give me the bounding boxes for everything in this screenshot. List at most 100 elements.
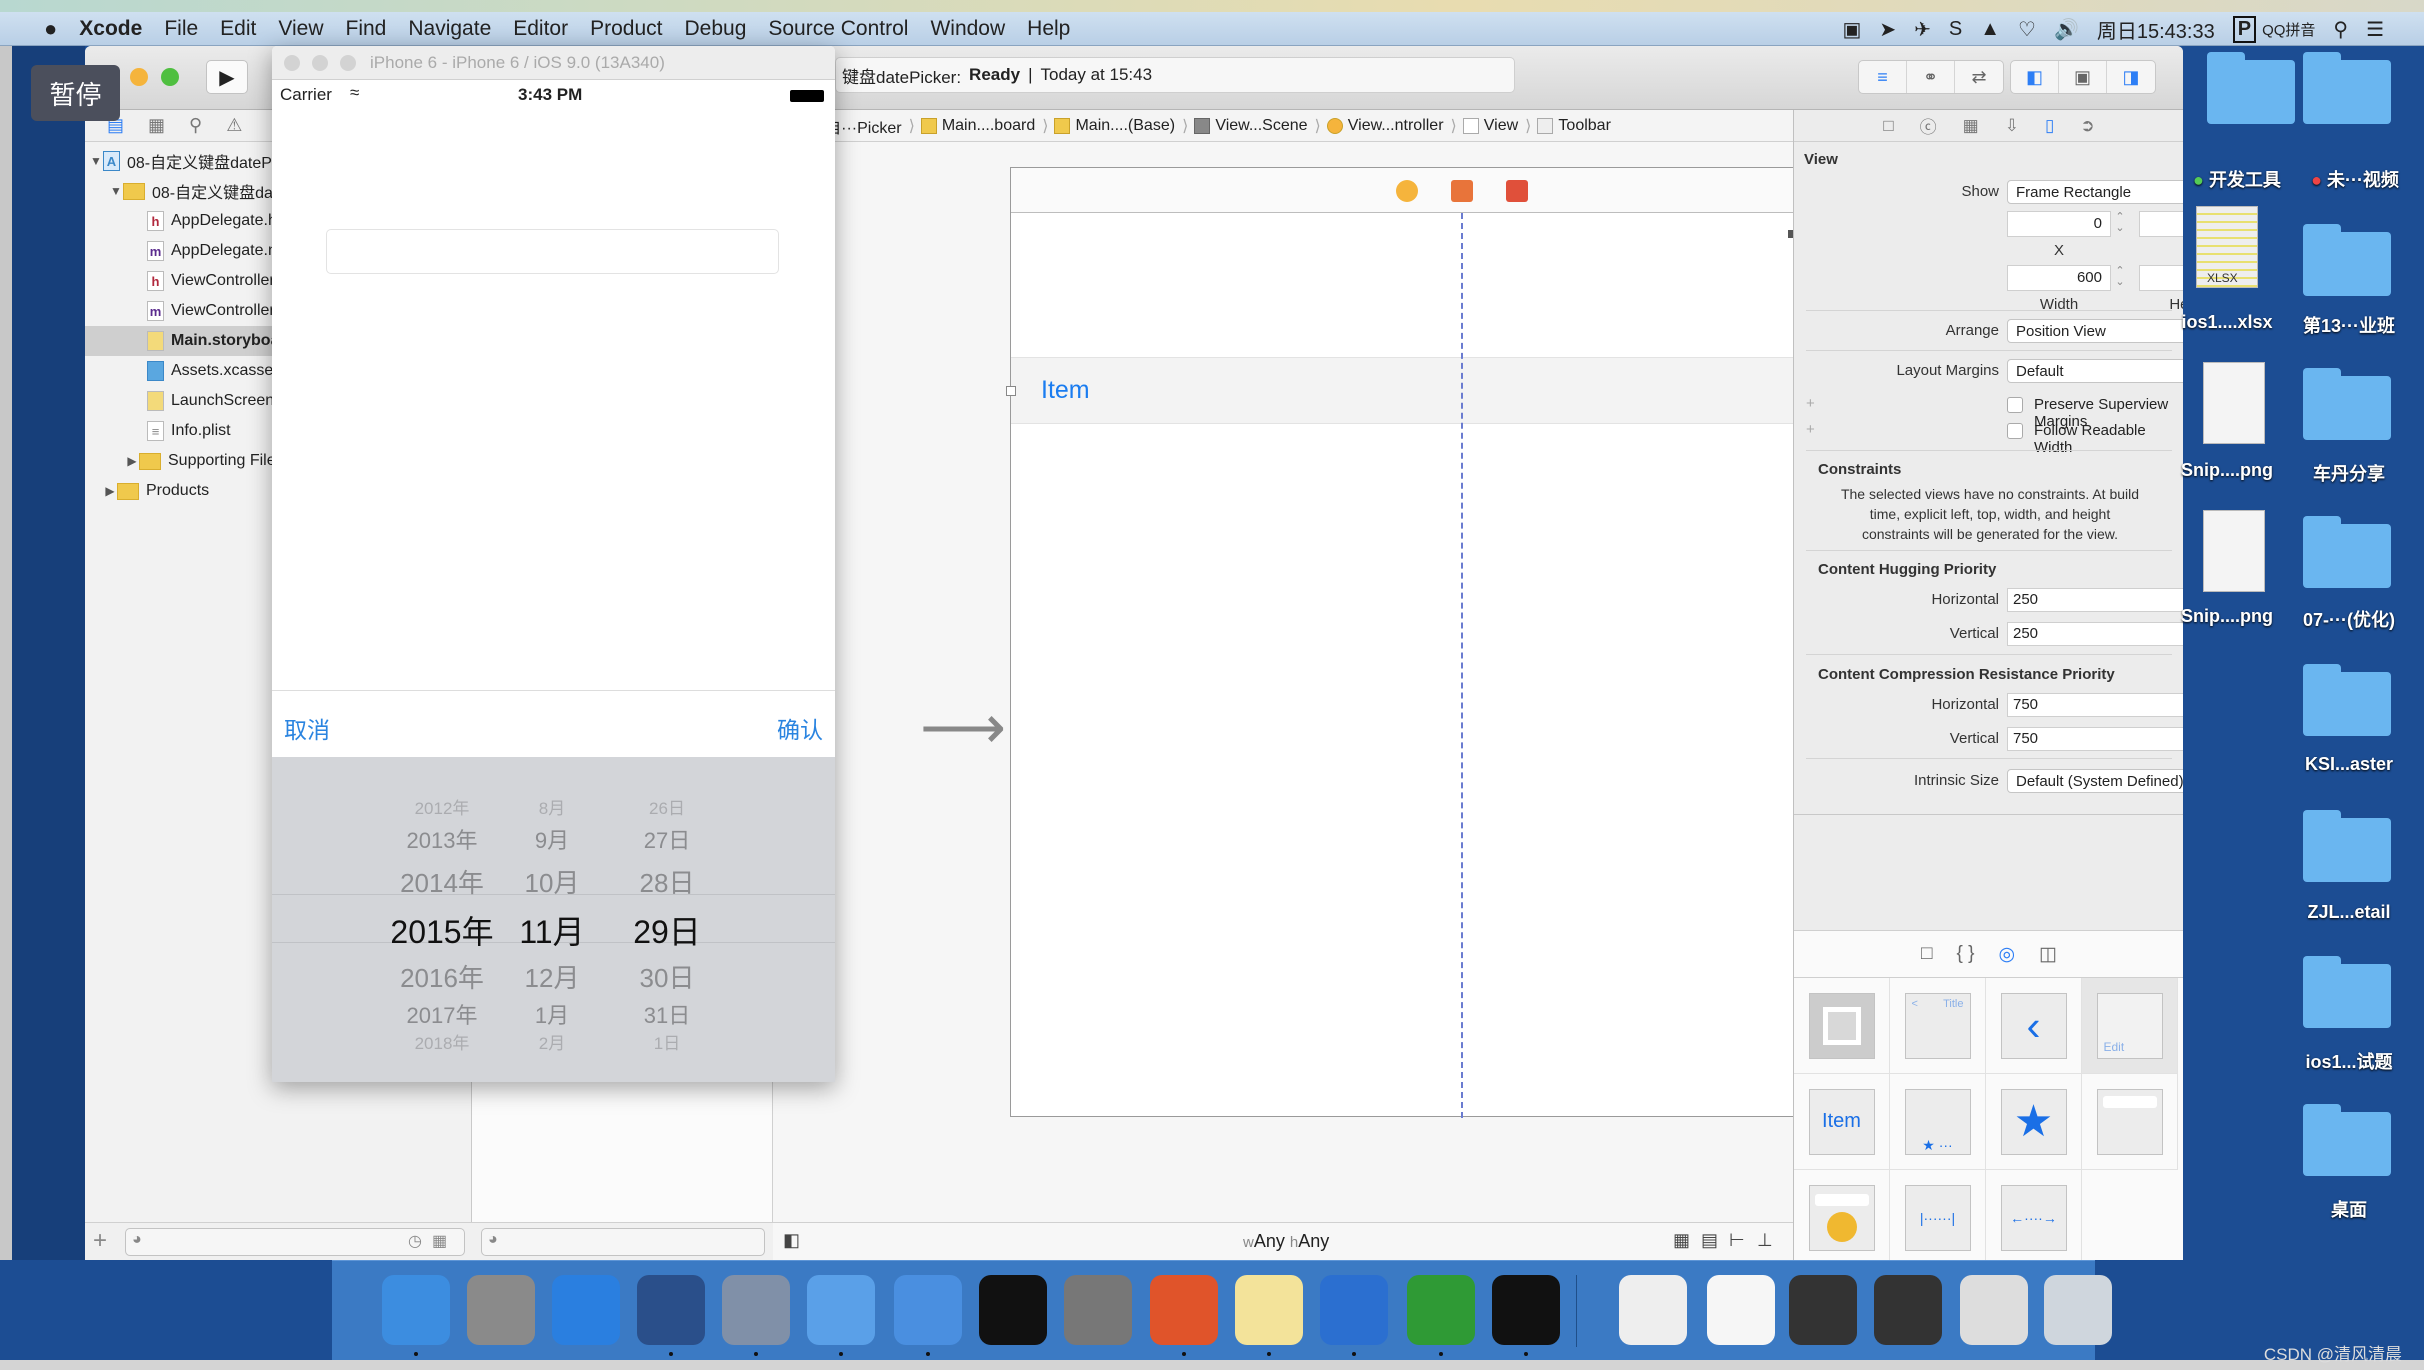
menu-find[interactable]: Find: [346, 17, 387, 41]
dock-notes-icon[interactable]: [1235, 1275, 1303, 1345]
spotlight-search-icon[interactable]: ⚲: [2333, 17, 2348, 42]
pause-overlay-badge[interactable]: 暂停: [31, 65, 120, 121]
resize-handle[interactable]: [1006, 386, 1016, 396]
desktop-item-snip-1[interactable]: Snip....png: [2167, 460, 2287, 481]
wifi-icon[interactable]: ♡: [2018, 17, 2036, 42]
jump-view-controller[interactable]: View...ntroller ⟩: [1326, 116, 1459, 136]
date-text-field[interactable]: [326, 229, 779, 274]
arrange-popup[interactable]: Position View⌄: [2007, 319, 2183, 343]
zoom-button[interactable]: [340, 54, 356, 71]
layout-margins-popup[interactable]: Default⇕: [2007, 359, 2183, 383]
bluetooth-icon[interactable]: Ѕ: [1949, 18, 1962, 41]
folder-icon[interactable]: [2303, 516, 2391, 588]
zoom-button[interactable]: [161, 68, 179, 86]
picker-option[interactable]: 30日: [587, 958, 747, 995]
dock-powerpoint-icon[interactable]: [1150, 1275, 1218, 1345]
view-controller-icon[interactable]: [1396, 180, 1418, 202]
close-button[interactable]: [284, 54, 300, 71]
media-library-icon[interactable]: ◫: [2039, 943, 2057, 966]
dock-terminal-icon[interactable]: [979, 1275, 1047, 1345]
desktop-item-snip-2[interactable]: Snip....png: [2167, 606, 2287, 627]
day-wheel[interactable]: 26日 27日 28日 29日 30日 31日 1日: [587, 757, 747, 1082]
quick-help-icon[interactable]: ⓒ: [1920, 113, 1937, 138]
hugging-vertical-combo[interactable]: 250▼: [2007, 622, 2183, 646]
menu-window[interactable]: Window: [930, 17, 1005, 41]
library-navigation-bar[interactable]: < Title: [1890, 978, 1986, 1074]
width-stepper[interactable]: ⌃ ⌄: [2114, 266, 2126, 290]
dock-photo-booth-icon[interactable]: [722, 1275, 790, 1345]
library-view-controller[interactable]: [1794, 978, 1890, 1074]
hugging-horizontal-combo[interactable]: 250▼: [2007, 588, 2183, 612]
preserve-superview-margins-checkbox[interactable]: [2007, 397, 2023, 413]
png-file-icon[interactable]: [2203, 362, 2265, 444]
navigator-filter-input[interactable]: ◕ ◷ ▦: [125, 1228, 465, 1256]
minimize-button[interactable]: [312, 54, 328, 71]
dock-text-doc-icon[interactable]: [1707, 1275, 1775, 1345]
scm-status-icon[interactable]: ▦: [432, 1231, 447, 1251]
dock-launchpad-icon[interactable]: [467, 1275, 535, 1345]
add-variation-icon[interactable]: +: [1806, 421, 1815, 438]
run-button[interactable]: ▶: [206, 60, 248, 94]
folder-icon[interactable]: [2303, 810, 2391, 882]
library-toolbar[interactable]: Edit: [2082, 978, 2178, 1074]
menu-help[interactable]: Help: [1027, 17, 1070, 41]
desktop-item-xlsx[interactable]: ios1....xlsx: [2167, 312, 2287, 333]
dock-mouse-icon[interactable]: [637, 1275, 705, 1345]
toggle-utilities-icon[interactable]: ◨: [2107, 61, 2155, 93]
desktop-folder-share[interactable]: 车丹分享: [2289, 460, 2409, 486]
desktop-folder-07[interactable]: 07-···(优化): [2289, 606, 2409, 632]
desktop-folder-desktop[interactable]: 桌面: [2289, 1196, 2409, 1222]
volume-icon[interactable]: 🔊: [2054, 17, 2079, 42]
png-file-icon[interactable]: [2203, 510, 2265, 592]
compression-vertical-combo[interactable]: 750▼: [2007, 727, 2183, 751]
outline-filter-input[interactable]: ◕: [481, 1228, 765, 1256]
height-field[interactable]: 44: [2139, 265, 2183, 291]
dock-finder-icon[interactable]: [382, 1275, 450, 1345]
dock-system-preferences-icon[interactable]: [1064, 1275, 1132, 1345]
dock-trash-icon[interactable]: [2044, 1275, 2112, 1345]
add-icon[interactable]: +: [93, 1227, 107, 1255]
dock-preview-doc-2-icon[interactable]: [1960, 1275, 2028, 1345]
dock-exec-icon[interactable]: [1492, 1275, 1560, 1345]
library-fixed-space[interactable]: |······|: [1890, 1170, 1986, 1260]
menu-product[interactable]: Product: [590, 17, 662, 41]
dock-xcode-icon[interactable]: [807, 1275, 875, 1345]
desktop-folder-ios1[interactable]: ios1...试题: [2289, 1048, 2409, 1074]
follow-readable-width-checkbox[interactable]: [2007, 423, 2023, 439]
menu-app-xcode[interactable]: Xcode: [79, 17, 142, 41]
screen-record-icon[interactable]: ▣: [1842, 17, 1861, 42]
apple-menu-icon[interactable]: ●: [44, 16, 57, 42]
identity-inspector-icon[interactable]: ▦: [1963, 116, 1979, 136]
first-responder-icon[interactable]: [1451, 180, 1473, 202]
notification-list-icon[interactable]: ☰: [2366, 17, 2384, 42]
exit-icon[interactable]: [1506, 180, 1528, 202]
width-field[interactable]: 600: [2007, 265, 2111, 291]
ime-badge[interactable]: P: [2232, 15, 2257, 43]
toggle-navigator-icon[interactable]: ◧: [2011, 61, 2059, 93]
storyboard-canvas[interactable]: ⟶ Item ➤: [773, 142, 1820, 1222]
disclosure-open-icon[interactable]: ▼: [109, 184, 123, 198]
library-search-display[interactable]: [1794, 1170, 1890, 1260]
dock-screen-recording-icon[interactable]: [1789, 1275, 1857, 1345]
cancel-button[interactable]: 取消: [284, 711, 330, 745]
folder-icon[interactable]: [2303, 1104, 2391, 1176]
picker-option[interactable]: 26日: [587, 794, 747, 819]
menu-file[interactable]: File: [164, 17, 198, 41]
connections-inspector-icon[interactable]: ➲: [2080, 116, 2094, 136]
dock-preview-doc-icon[interactable]: [1619, 1275, 1687, 1345]
desktop-folder-13[interactable]: 第13···业班: [2289, 312, 2409, 338]
picker-selected-value[interactable]: 29日: [587, 907, 747, 953]
desktop-folder-zjl[interactable]: ZJL...etail: [2289, 902, 2409, 923]
intrinsic-size-popup[interactable]: Default (System Defined)⇕: [2007, 769, 2183, 793]
lock-icon[interactable]: ▲: [1980, 18, 2000, 41]
assistant-editor-icon[interactable]: ⚭: [1907, 61, 1955, 93]
menu-source-control[interactable]: Source Control: [768, 17, 908, 41]
standard-editor-icon[interactable]: ≡: [1859, 61, 1907, 93]
menu-editor[interactable]: Editor: [513, 17, 568, 41]
folder-icon[interactable]: [2303, 956, 2391, 1028]
size-inspector-icon[interactable]: ▯: [2045, 116, 2054, 136]
folder-icon[interactable]: [2303, 664, 2391, 736]
location-icon[interactable]: ➤: [1879, 17, 1896, 42]
library-tab-bar-item[interactable]: ★: [1986, 1074, 2082, 1170]
library-search-bar[interactable]: [2082, 1074, 2178, 1170]
